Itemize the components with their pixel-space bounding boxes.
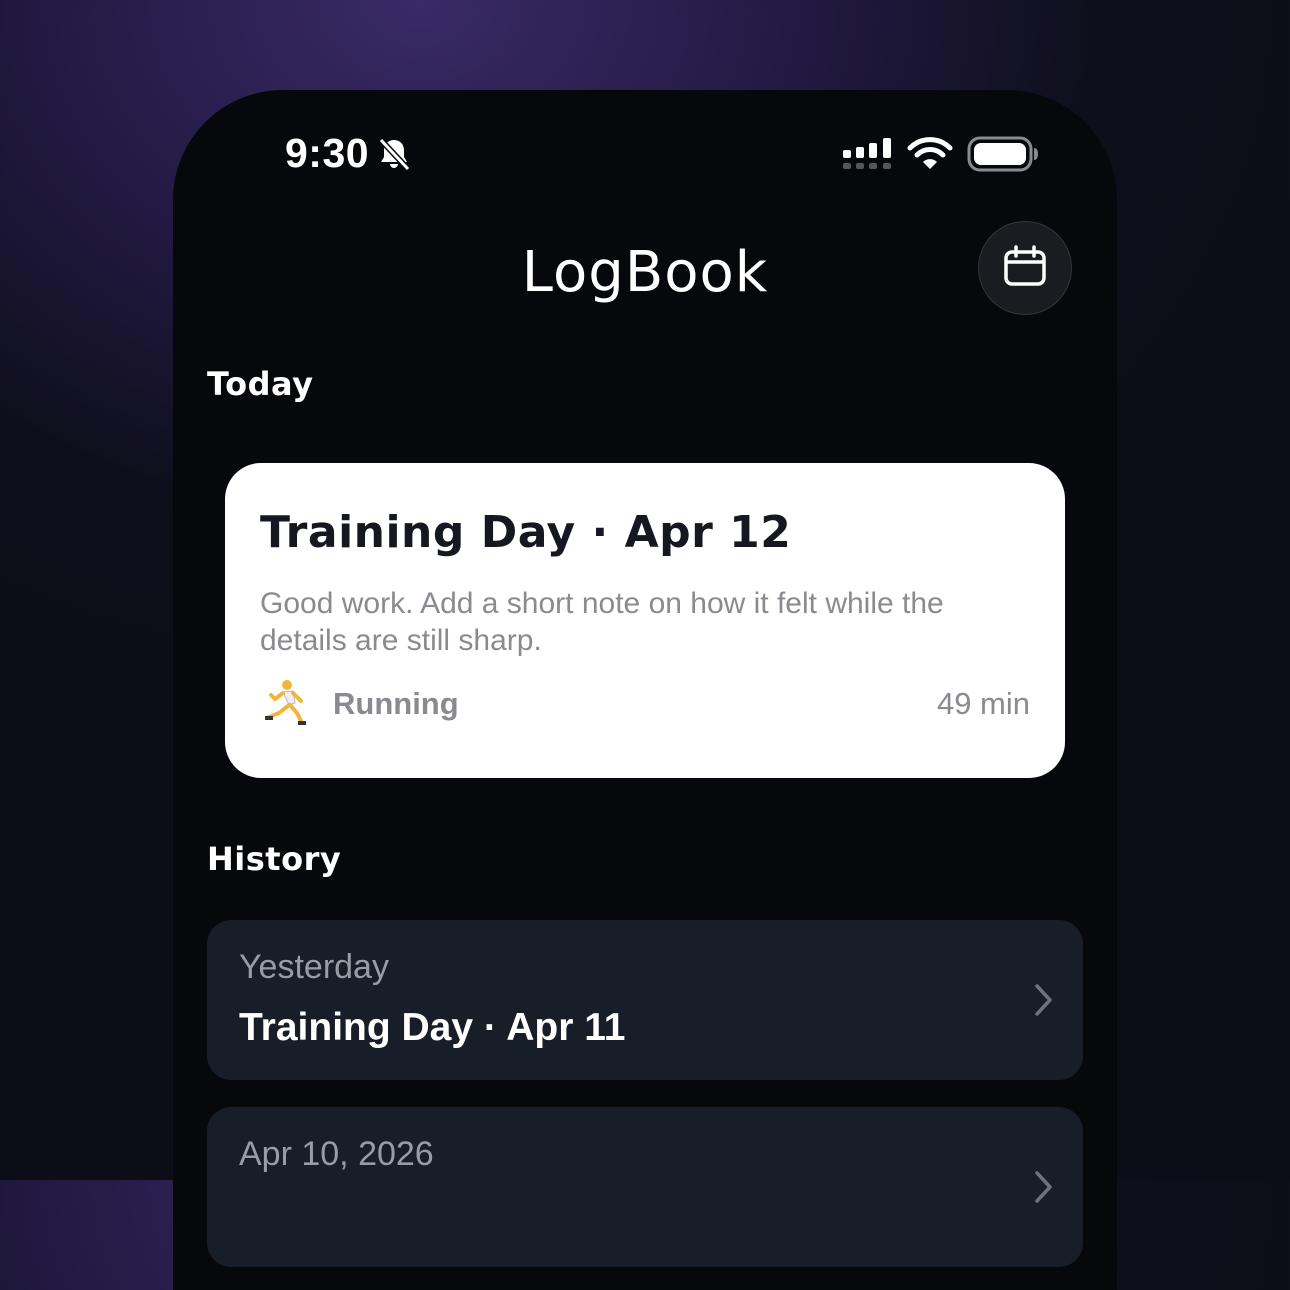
history-row-subtitle: Apr 10, 2026 [239, 1135, 434, 1173]
history-row[interactable]: Apr 10, 2026 [207, 1107, 1083, 1267]
card-description: Good work. Add a short note on how it fe… [260, 587, 944, 657]
bell-slash-icon [375, 135, 413, 178]
phone-screen: 9:30 LogBook Today Training Day · Apr 12… [173, 90, 1117, 1290]
history-heading: History [207, 840, 342, 878]
calendar-icon [1003, 244, 1047, 292]
card-title: Training Day · Apr 12 [260, 507, 792, 558]
running-icon [263, 679, 309, 732]
chevron-right-icon [1033, 982, 1055, 1023]
app-title: LogBook [521, 240, 769, 305]
signal-icon [843, 138, 895, 177]
status-time: 9:30 [285, 130, 370, 176]
history-row-subtitle: Yesterday [239, 948, 389, 986]
battery-icon [967, 135, 1039, 178]
activity-duration: 49 min [936, 686, 1030, 721]
today-workout-card[interactable]: Training Day · Apr 12 Good work. Add a s… [225, 463, 1065, 778]
chevron-right-icon [1033, 1169, 1055, 1210]
history-row[interactable]: Yesterday Training Day · Apr 11 [207, 920, 1083, 1080]
today-heading: Today [207, 365, 314, 403]
calendar-button[interactable] [978, 221, 1072, 315]
history-row-title: Training Day · Apr 11 [239, 1006, 626, 1049]
wifi-icon [907, 136, 953, 177]
activity-name: Running [333, 686, 459, 721]
